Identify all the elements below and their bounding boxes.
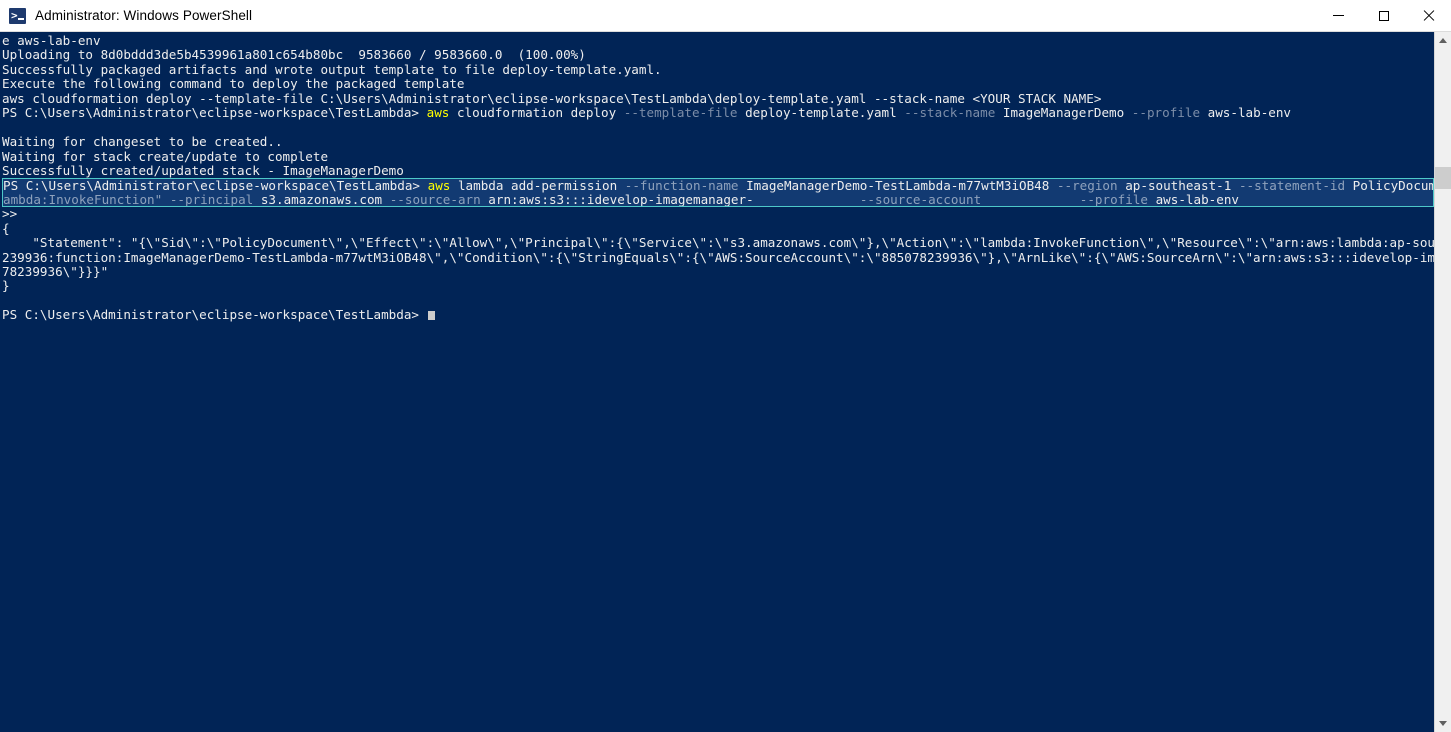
line-json-statement-3: 78239936\"}}}" xyxy=(2,265,1434,279)
terminal-text-segment: --statement-id xyxy=(1238,178,1346,193)
terminal-text-segment: Uploading to 8d0bddd3de5b4539961a801c654… xyxy=(2,48,586,63)
terminal-text-segment: PolicyDocument xyxy=(1352,178,1433,193)
line-waiting-changeset: Waiting for changeset to be created.. xyxy=(2,135,1434,149)
line-blank-2 xyxy=(2,294,1434,308)
line-profile-tail: e aws-lab-env xyxy=(2,34,1434,48)
line-continuation: >> xyxy=(2,207,1434,221)
minimize-icon xyxy=(1333,15,1344,16)
terminal-text-segment: --template-file xyxy=(623,106,738,121)
terminal-text-segment: --source-account xyxy=(859,192,982,207)
terminal-output[interactable]: e aws-lab-env Uploading to 8d0bddd3de5b45… xyxy=(0,32,1434,732)
scroll-up-button[interactable] xyxy=(1435,32,1451,49)
terminal-text-segment: deploy-template.yaml xyxy=(737,106,905,121)
terminal-text-segment: --region xyxy=(1056,178,1118,193)
terminal-text-segment: --profile xyxy=(1079,192,1148,207)
console-area: e aws-lab-env Uploading to 8d0bddd3de5b45… xyxy=(0,32,1451,732)
line-uploading: Uploading to 8d0bddd3de5b4539961a801c654… xyxy=(2,48,1434,62)
terminal-text-segment: Execute the following command to deploy … xyxy=(2,77,465,92)
scrollbar-track[interactable] xyxy=(1435,49,1451,715)
terminal-text-segment: cloudformation deploy xyxy=(449,106,624,121)
line-json-open: { xyxy=(2,222,1434,236)
terminal-text-segment: Successfully packaged artifacts and wrot… xyxy=(2,62,662,77)
scrollbar-thumb[interactable] xyxy=(1435,167,1451,189)
title-bar[interactable]: Administrator: Windows PowerShell xyxy=(0,0,1451,32)
terminal-text-segment: 78239936\"}}}" xyxy=(2,265,109,279)
terminal-text-segment: Successfully created/updated stack - Ima… xyxy=(2,163,404,178)
minimize-button[interactable] xyxy=(1316,0,1361,31)
line-add-permission-2: ambda:InvokeFunction" --principal s3.ama… xyxy=(2,192,1434,208)
terminal-text-segment: >> xyxy=(2,207,18,222)
line-json-close: } xyxy=(2,279,1434,293)
terminal-text-segment: lambda add-permission xyxy=(450,178,625,193)
terminal-text-segment: ImageManagerDemo xyxy=(995,106,1132,121)
terminal-text-segment: PS C:\Users\Administrator\eclipse-worksp… xyxy=(3,178,428,193)
terminal-text-segment: PS C:\Users\Administrator\eclipse-worksp… xyxy=(2,106,427,121)
powershell-icon xyxy=(9,7,26,24)
maximize-icon xyxy=(1378,10,1389,21)
close-button[interactable] xyxy=(1406,0,1451,31)
terminal-text-segment: --source-arn xyxy=(389,192,481,207)
text-cursor xyxy=(427,311,436,321)
terminal-text-segment: 239936:function:ImageManagerDemo-TestLam… xyxy=(2,250,1434,265)
terminal-text-segment: --principal xyxy=(169,192,254,207)
line-json-statement-2: 239936:function:ImageManagerDemo-TestLam… xyxy=(2,251,1434,265)
terminal-text-segment: s3.amazonaws.com xyxy=(253,192,390,207)
window-title: Administrator: Windows PowerShell xyxy=(35,8,253,23)
terminal-text-segment: arn:aws:s3:::idevelop-imagemanager- xyxy=(480,192,754,207)
maximize-button[interactable] xyxy=(1361,0,1406,31)
terminal-text-segment: } xyxy=(2,279,10,294)
terminal-text-segment: aws-lab-env xyxy=(1200,106,1292,121)
line-blank-1 xyxy=(2,121,1434,135)
line-stack-success: Successfully created/updated stack - Ima… xyxy=(2,164,1434,178)
terminal-text-segment: aws xyxy=(426,106,450,121)
terminal-text-segment: --function-name xyxy=(624,178,739,193)
terminal-text-segment: { xyxy=(2,221,10,236)
terminal-text-segment: Waiting for changeset to be created.. xyxy=(2,135,283,150)
line-suggested-deploy: aws cloudformation deploy --template-fil… xyxy=(2,92,1434,106)
terminal-text-segment: Waiting for stack create/update to compl… xyxy=(2,149,329,164)
line-add-permission-1: PS C:\Users\Administrator\eclipse-worksp… xyxy=(2,178,1434,193)
terminal-text-segment: --profile xyxy=(1131,106,1201,121)
window-controls xyxy=(1316,0,1451,31)
scroll-down-button[interactable] xyxy=(1435,715,1451,732)
terminal-text-segment: e aws-lab-env xyxy=(2,34,101,48)
terminal-text-segment: aws-lab-env xyxy=(1148,192,1239,207)
terminal-text-segment: aws xyxy=(427,178,451,193)
line-final-prompt: PS C:\Users\Administrator\eclipse-worksp… xyxy=(2,308,1434,322)
terminal-text-segment: ImageManagerDemo-TestLambda-m77wtM3iOB48 xyxy=(738,178,1057,193)
terminal-text-segment: ap-southeast-1 xyxy=(1117,178,1239,193)
title-bar-left: Administrator: Windows PowerShell xyxy=(0,7,253,24)
line-json-statement-1: "Statement": "{\"Sid\":\"PolicyDocument\… xyxy=(2,236,1434,250)
terminal-text-segment: "Statement": "{\"Sid\":\"PolicyDocument\… xyxy=(2,236,1434,251)
close-icon xyxy=(1422,9,1435,22)
scroll-down-arrow-icon xyxy=(1439,721,1447,726)
scroll-up-arrow-icon xyxy=(1439,38,1447,43)
terminal-text-segment: aws cloudformation deploy --template-fil… xyxy=(2,91,1102,106)
line-waiting-stack: Waiting for stack create/update to compl… xyxy=(2,150,1434,164)
line-deploy-command: PS C:\Users\Administrator\eclipse-worksp… xyxy=(2,106,1434,120)
terminal-text-segment: --stack-name xyxy=(904,106,996,121)
terminal-text-segment: PS C:\Users\Administrator\eclipse-worksp… xyxy=(2,308,427,323)
vertical-scrollbar[interactable] xyxy=(1434,32,1451,732)
line-packaged: Successfully packaged artifacts and wrot… xyxy=(2,63,1434,77)
terminal-text-segment: ambda:InvokeFunction" xyxy=(3,192,163,207)
line-execute-hint: Execute the following command to deploy … xyxy=(2,77,1434,91)
powershell-window: Administrator: Windows PowerShell e aws-… xyxy=(0,0,1451,732)
